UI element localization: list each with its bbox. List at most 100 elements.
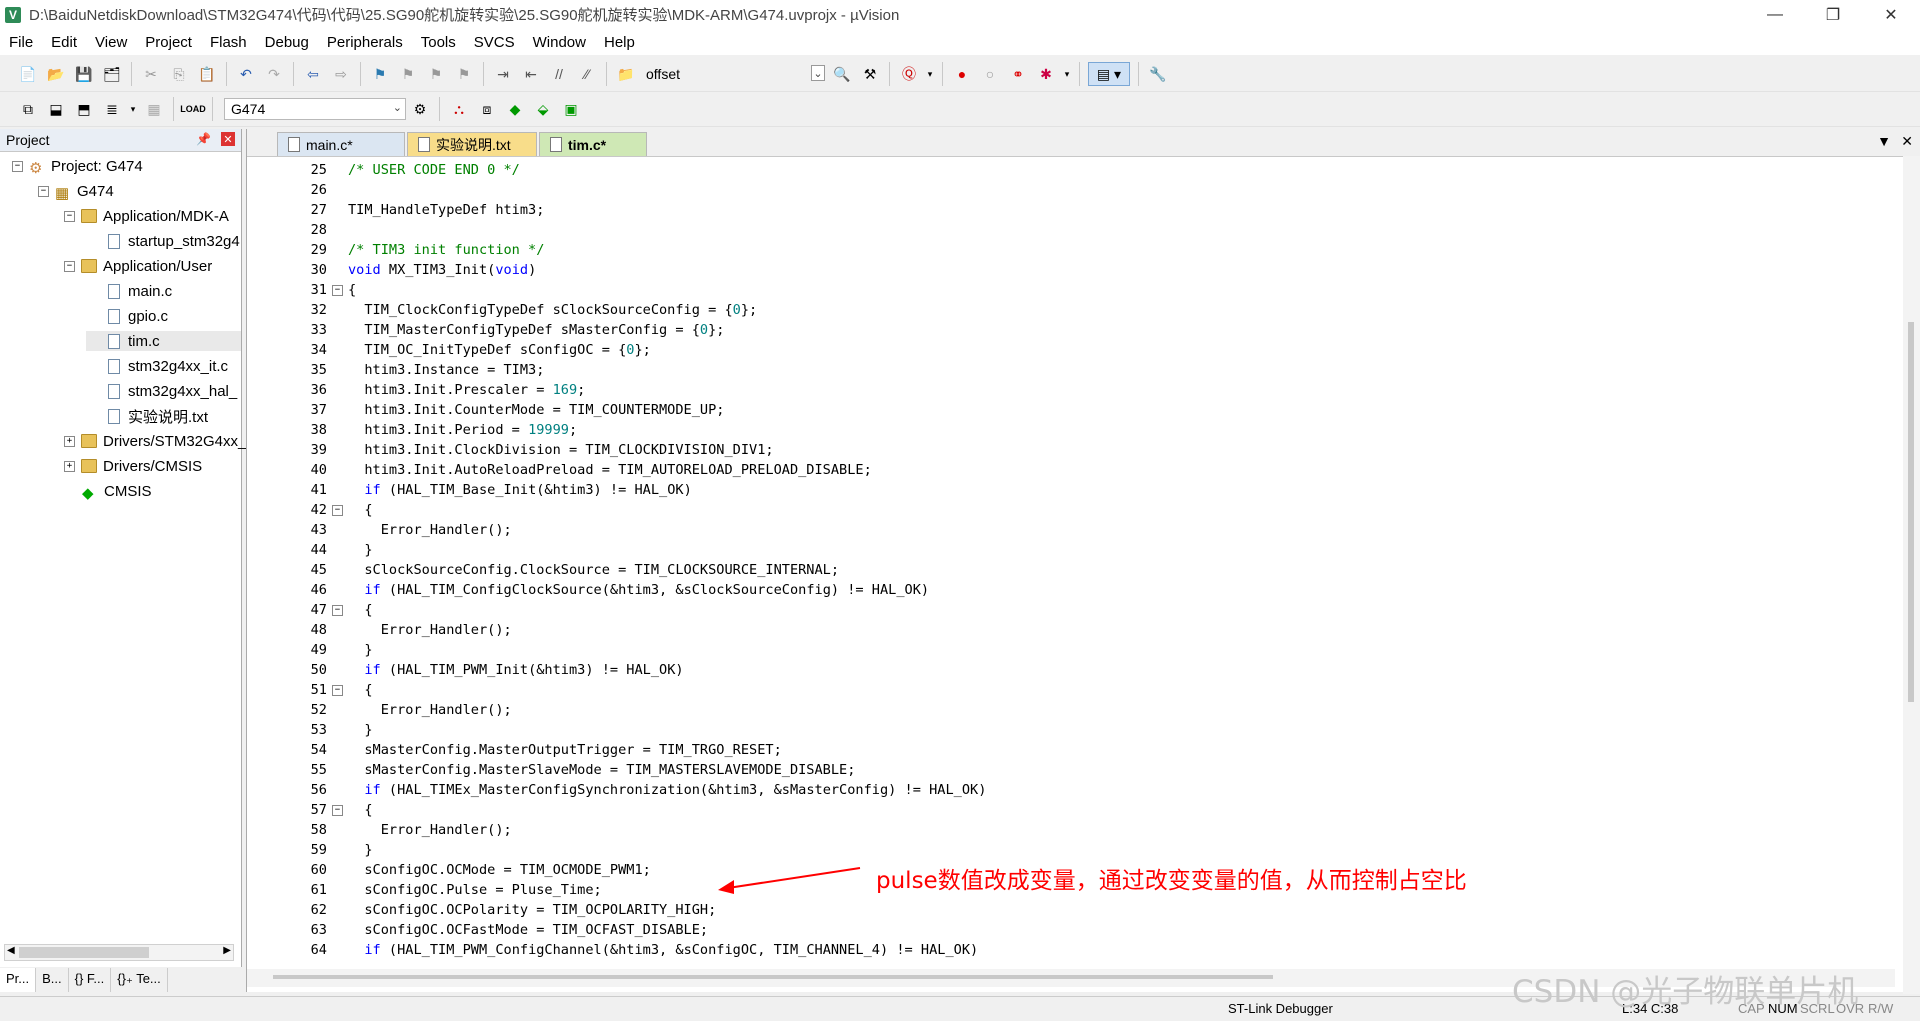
fold-collapse-icon[interactable]: − — [332, 685, 343, 696]
navigate-forward-icon[interactable]: ⇨ — [330, 63, 352, 85]
code-line[interactable]: 29 /* TIM3 init function */ — [247, 240, 1887, 260]
menu-project[interactable]: Project — [136, 34, 201, 51]
expand-icon[interactable]: + — [64, 460, 75, 472]
scroll-right-icon[interactable]: ▶ — [223, 945, 231, 956]
close-panel-icon[interactable]: ✕ — [221, 132, 235, 146]
tree-item[interactable]: gpio.c — [90, 306, 168, 326]
manage-multi-project-icon[interactable]: ⧈ — [476, 98, 498, 120]
code-line[interactable]: 45 sClockSourceConfig.ClockSource = TIM_… — [247, 560, 1887, 580]
bookmark-clear-icon[interactable]: ⚑ — [453, 63, 475, 85]
fold-collapse-icon[interactable]: − — [332, 805, 343, 816]
tree-item[interactable]: − ▦ G474 — [38, 181, 114, 202]
breakpoint-insert-icon[interactable]: ● — [951, 63, 973, 85]
breakpoint-disable-icon[interactable]: ○ — [979, 63, 1001, 85]
menu-svcs[interactable]: SVCS — [465, 34, 524, 51]
code-line[interactable]: 42− { — [247, 500, 1887, 520]
code-line[interactable]: 31−{ — [247, 280, 1887, 300]
paste-icon[interactable]: 📋 — [196, 63, 218, 85]
fold-collapse-icon[interactable]: − — [332, 285, 343, 296]
expand-icon[interactable]: + — [64, 435, 75, 447]
menu-tools[interactable]: Tools — [412, 34, 465, 51]
code-line[interactable]: 27 TIM_HandleTypeDef htim3; — [247, 200, 1887, 220]
code-line[interactable]: 57− { — [247, 800, 1887, 820]
menu-flash[interactable]: Flash — [201, 34, 256, 51]
tree-item[interactable]: stm32g4xx_it.c — [90, 356, 228, 376]
cut-icon[interactable]: ✂ — [140, 63, 162, 85]
close-button[interactable]: ✕ — [1862, 0, 1920, 29]
code-line[interactable]: 30 void MX_TIM3_Init(void) — [247, 260, 1887, 280]
tree-item[interactable]: + Drivers/STM32G4xx_ — [64, 431, 246, 451]
code-line[interactable]: 59 } — [247, 840, 1887, 860]
scrollbar-thumb[interactable] — [1908, 322, 1914, 702]
chevron-down-icon[interactable]: ▾ — [1063, 63, 1071, 85]
tab-list-icon[interactable]: ▼ — [1877, 133, 1891, 149]
find-in-files-icon[interactable]: 📁 — [615, 63, 637, 85]
chevron-down-icon[interactable]: ▾ — [926, 63, 934, 85]
tab-functions[interactable]: {} F... — [69, 968, 112, 992]
incremental-find-icon[interactable]: ⚒ — [859, 63, 881, 85]
scroll-left-icon[interactable]: ◀ — [7, 945, 15, 956]
code-line[interactable]: 25 /* USER CODE END 0 */ — [247, 160, 1887, 180]
collapse-icon[interactable]: − — [12, 160, 23, 172]
comment-icon[interactable]: // — [548, 63, 570, 85]
chevron-down-icon[interactable]: ▾ — [129, 98, 137, 120]
editor-vertical-scrollbar[interactable] — [1903, 156, 1920, 994]
save-all-icon[interactable]: 🗂 — [101, 63, 123, 85]
open-file-icon[interactable]: 📂 — [45, 63, 67, 85]
code-line[interactable]: 49 } — [247, 640, 1887, 660]
code-line[interactable]: 34 TIM_OC_InitTypeDef sConfigOC = {0}; — [247, 340, 1887, 360]
minimize-button[interactable]: — — [1746, 0, 1804, 29]
find-combo[interactable]: offset ⌄ — [640, 63, 828, 85]
build-icon[interactable]: ⬓ — [45, 98, 67, 120]
code-line[interactable]: 53 } — [247, 720, 1887, 740]
collapse-icon[interactable]: − — [64, 210, 75, 222]
tree-item[interactable]: − Application/User — [64, 256, 212, 276]
fold-collapse-icon[interactable]: − — [332, 605, 343, 616]
code-line[interactable]: 38 htim3.Init.Period = 19999; — [247, 420, 1887, 440]
code-line[interactable]: 55 sMasterConfig.MasterSlaveMode = TIM_M… — [247, 760, 1887, 780]
menu-window[interactable]: Window — [524, 34, 595, 51]
copy-icon[interactable]: ⎘ — [168, 63, 190, 85]
target-select[interactable]: G474 ⌄ — [224, 98, 406, 120]
batch-build-icon[interactable]: ≣ — [101, 98, 123, 120]
tab-books[interactable]: B... — [36, 968, 69, 992]
tree-item[interactable]: + Drivers/CMSIS — [64, 456, 202, 476]
save-icon[interactable]: 💾 — [73, 63, 95, 85]
code-line[interactable]: 43 Error_Handler(); — [247, 520, 1887, 540]
code-line[interactable]: 50 if (HAL_TIM_PWM_Init(&htim3) != HAL_O… — [247, 660, 1887, 680]
code-line[interactable]: 47− { — [247, 600, 1887, 620]
code-line[interactable]: 40 htim3.Init.AutoReloadPreload = TIM_AU… — [247, 460, 1887, 480]
code-line[interactable]: 36 htim3.Init.Prescaler = 169; — [247, 380, 1887, 400]
new-file-icon[interactable]: 📄 — [17, 63, 39, 85]
tree-item[interactable]: − Application/MDK-A — [64, 206, 229, 226]
close-tab-icon[interactable]: ✕ — [1901, 133, 1913, 150]
tree-item[interactable]: main.c — [90, 281, 172, 301]
menu-view[interactable]: View — [86, 34, 136, 51]
bookmark-prev-icon[interactable]: ⚑ — [397, 63, 419, 85]
code-line[interactable]: 56 if (HAL_TIMEx_MasterConfigSynchroniza… — [247, 780, 1887, 800]
window-layout-icon[interactable]: ▤ ▾ — [1088, 62, 1130, 86]
configure-icon[interactable]: 🔧 — [1147, 63, 1169, 85]
scrollbar-thumb[interactable] — [19, 947, 149, 958]
code-line[interactable]: 41 if (HAL_TIM_Base_Init(&htim3) != HAL_… — [247, 480, 1887, 500]
menu-edit[interactable]: Edit — [42, 34, 86, 51]
code-line[interactable]: 63 sConfigOC.OCFastMode = TIM_OCFAST_DIS… — [247, 920, 1887, 940]
code-line[interactable]: 26 — [247, 180, 1887, 200]
find-icon[interactable]: 🔍 — [831, 63, 853, 85]
manage-project-items-icon[interactable]: ⛬ — [448, 98, 470, 120]
tree-item[interactable]: tim.c — [86, 331, 241, 351]
redo-icon[interactable]: ↷ — [263, 63, 285, 85]
tree-item[interactable]: ◆ CMSIS — [64, 481, 152, 503]
bookmark-next-icon[interactable]: ⚑ — [425, 63, 447, 85]
select-packs-icon[interactable]: ⬙ — [532, 98, 554, 120]
tab-project[interactable]: Pr... — [0, 968, 37, 992]
collapse-icon[interactable]: − — [64, 260, 75, 272]
code-line[interactable]: 54 sMasterConfig.MasterOutputTrigger = T… — [247, 740, 1887, 760]
code-line[interactable]: 32 TIM_ClockConfigTypeDef sClockSourceCo… — [247, 300, 1887, 320]
breakpoint-disable-all-icon[interactable]: ⚭ — [1007, 63, 1029, 85]
translate-icon[interactable]: ⧉ — [17, 98, 39, 120]
code-line[interactable]: 58 Error_Handler(); — [247, 820, 1887, 840]
undo-icon[interactable]: ↶ — [235, 63, 257, 85]
collapse-icon[interactable]: − — [38, 185, 49, 197]
tab-tim-c[interactable]: tim.c* — [539, 132, 647, 156]
